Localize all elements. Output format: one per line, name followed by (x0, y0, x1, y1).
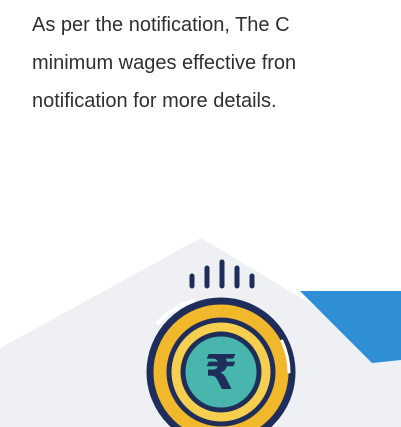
minimum-wage-illustration: ₹ (0, 238, 401, 427)
rupee-coin-icon: ₹ (146, 297, 296, 427)
rupee-symbol: ₹ (204, 345, 237, 401)
page: As per the notification, The C minimum w… (0, 0, 401, 427)
